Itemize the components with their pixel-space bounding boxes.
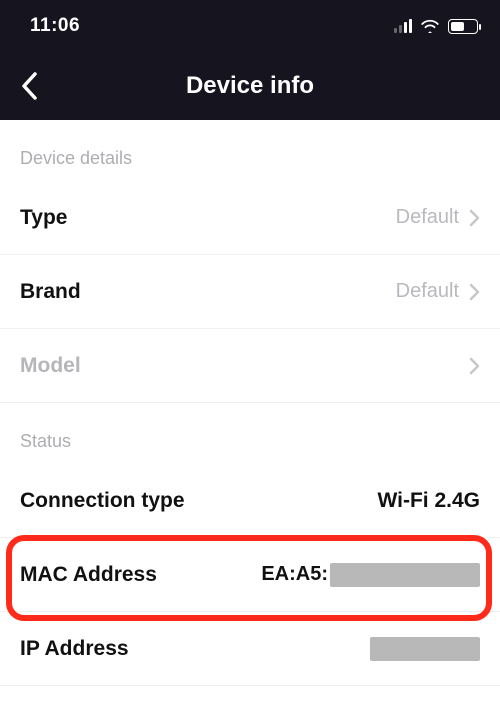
wifi-icon bbox=[420, 19, 440, 33]
chevron-right-icon bbox=[469, 283, 480, 301]
content: Device details Type Default Brand Defaul… bbox=[0, 120, 500, 686]
mac-redacted bbox=[330, 563, 480, 587]
row-type-value: Default bbox=[396, 206, 459, 229]
row-ip-label: IP Address bbox=[20, 637, 129, 661]
row-type[interactable]: Type Default bbox=[0, 181, 500, 255]
page-title: Device info bbox=[0, 72, 500, 100]
battery-icon bbox=[448, 19, 478, 34]
row-connection-label: Connection type bbox=[20, 489, 185, 513]
row-type-label: Type bbox=[20, 206, 67, 230]
row-mac-address: MAC Address EA:A5: bbox=[0, 538, 500, 612]
row-connection-type: Connection type Wi-Fi 2.4G bbox=[0, 464, 500, 538]
ip-redacted bbox=[370, 637, 480, 661]
chevron-right-icon bbox=[469, 357, 480, 375]
row-brand-value: Default bbox=[396, 280, 459, 303]
status-bar: 11:06 bbox=[0, 0, 500, 52]
row-mac-label: MAC Address bbox=[20, 563, 157, 587]
status-icons bbox=[394, 19, 478, 34]
row-brand-label: Brand bbox=[20, 280, 81, 304]
row-mac-value: EA:A5: bbox=[261, 563, 480, 587]
status-time: 11:06 bbox=[30, 15, 80, 37]
row-model-label: Model bbox=[20, 354, 81, 378]
chevron-right-icon bbox=[469, 209, 480, 227]
row-model[interactable]: Model bbox=[0, 329, 500, 403]
chevron-left-icon bbox=[20, 71, 40, 101]
section-header-details: Device details bbox=[0, 120, 500, 181]
section-header-status: Status bbox=[0, 403, 500, 464]
mac-prefix: EA:A5: bbox=[261, 563, 328, 586]
row-connection-value: Wi-Fi 2.4G bbox=[378, 489, 481, 513]
row-ip-address: IP Address bbox=[0, 612, 500, 686]
battery-fill bbox=[451, 22, 464, 31]
row-brand[interactable]: Brand Default bbox=[0, 255, 500, 329]
back-button[interactable] bbox=[10, 66, 50, 106]
nav-bar: Device info bbox=[0, 52, 500, 120]
cellular-signal-icon bbox=[394, 19, 412, 33]
